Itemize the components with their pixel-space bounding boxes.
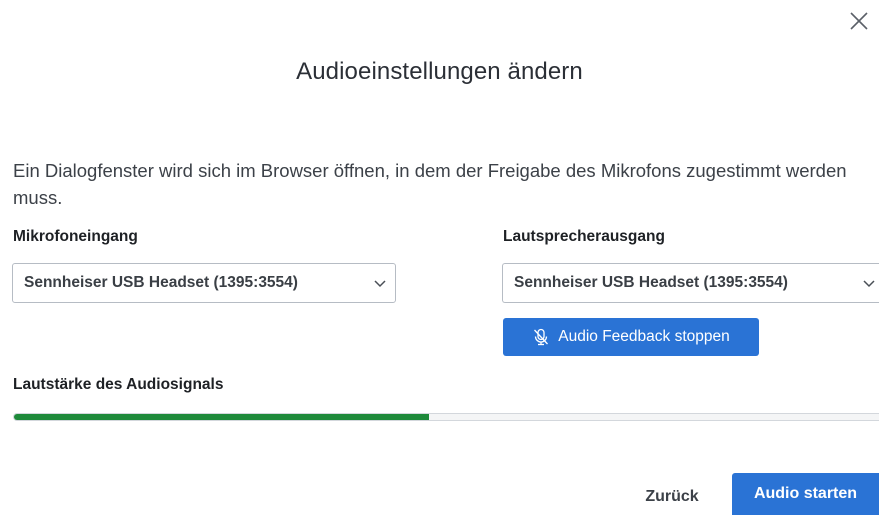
speaker-select[interactable]: Sennheiser USB Headset (1395:3554) (502, 263, 879, 303)
microphone-select[interactable]: Sennheiser USB Headset (1395:3554) (12, 263, 396, 303)
audio-feedback-stop-label: Audio Feedback stoppen (558, 328, 730, 345)
microphone-select-value: Sennheiser USB Headset (1395:3554) (24, 274, 298, 291)
info-text: Ein Dialogfenster wird sich im Browser ö… (13, 160, 847, 208)
microphone-label: Mikrofoneingang (13, 228, 138, 245)
chevron-down-icon (863, 280, 875, 288)
microphone-muted-icon (534, 328, 549, 346)
start-audio-button[interactable]: Audio starten (732, 473, 879, 515)
volume-meter (13, 413, 879, 421)
audio-settings-dialog: Audioeinstellungen ändern Ein Dialogfens… (0, 0, 879, 515)
dialog-title: Audioeinstellungen ändern (296, 58, 583, 85)
chevron-down-icon (374, 280, 386, 288)
speaker-label: Lautsprecherausgang (503, 228, 665, 245)
close-icon[interactable] (846, 8, 872, 34)
volume-meter-fill (14, 414, 430, 420)
volume-label: Lautstärke des Audiosignals (13, 376, 224, 393)
back-button[interactable]: Zurück (622, 478, 722, 515)
speaker-select-value: Sennheiser USB Headset (1395:3554) (514, 274, 788, 291)
audio-feedback-stop-button[interactable]: Audio Feedback stoppen (503, 318, 759, 356)
